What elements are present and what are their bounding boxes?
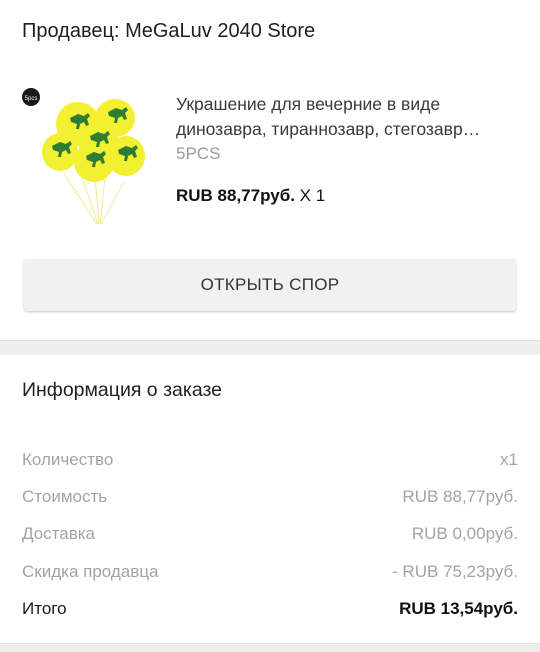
order-info-row-cost: Стоимость RUB 88,77руб.	[22, 487, 518, 511]
product-price-line: RUB 88,77руб. X 1	[176, 186, 325, 206]
row-value: - RUB 75,23руб.	[392, 562, 518, 581]
order-info-row-total: Итого RUB 13,54руб.	[22, 599, 518, 623]
pack-badge-text: 5pcs	[25, 96, 38, 102]
row-label: Доставка	[22, 524, 96, 543]
order-item-section: Продавец: MeGaLuv 2040 Store 5pcs Украше…	[0, 0, 540, 340]
row-value: RUB 13,54руб.	[399, 599, 518, 618]
product-quantity: X 1	[299, 186, 326, 205]
order-info-row-quantity: Количество x1	[22, 450, 518, 474]
row-value: x1	[500, 450, 518, 469]
product-thumbnail[interactable]: 5pcs	[20, 86, 160, 226]
product-title[interactable]: Украшение для вечерние в виде динозавра,…	[176, 92, 521, 142]
row-label: Количество	[22, 450, 114, 469]
row-label: Скидка продавца	[22, 562, 159, 581]
row-value: RUB 88,77руб.	[402, 487, 518, 506]
product-variant: 5PCS	[176, 144, 221, 163]
open-dispute-button[interactable]: ОТКРЫТЬ СПОР	[24, 259, 516, 311]
row-label: Итого	[22, 599, 67, 618]
pack-badge-icon: 5pcs	[22, 88, 40, 106]
product-title-line1: Украшение для вечерние в виде	[176, 94, 441, 114]
order-info-title: Информация о заказе	[22, 379, 223, 401]
product-price: RUB 88,77руб.	[176, 186, 295, 205]
product-title-line2: динозавра, тираннозавр, стегозавр…	[176, 119, 481, 139]
order-info-row-seller-discount: Скидка продавца - RUB 75,23руб.	[22, 562, 518, 586]
order-info-section: Информация о заказе Количество x1 Стоимо…	[0, 355, 540, 643]
section-divider	[0, 340, 540, 355]
row-value: RUB 0,00руб.	[411, 524, 518, 543]
order-info-row-shipping: Доставка RUB 0,00руб.	[22, 524, 518, 548]
seller-title[interactable]: Продавец: MeGaLuv 2040 Store	[22, 20, 315, 43]
row-label: Стоимость	[22, 487, 108, 506]
